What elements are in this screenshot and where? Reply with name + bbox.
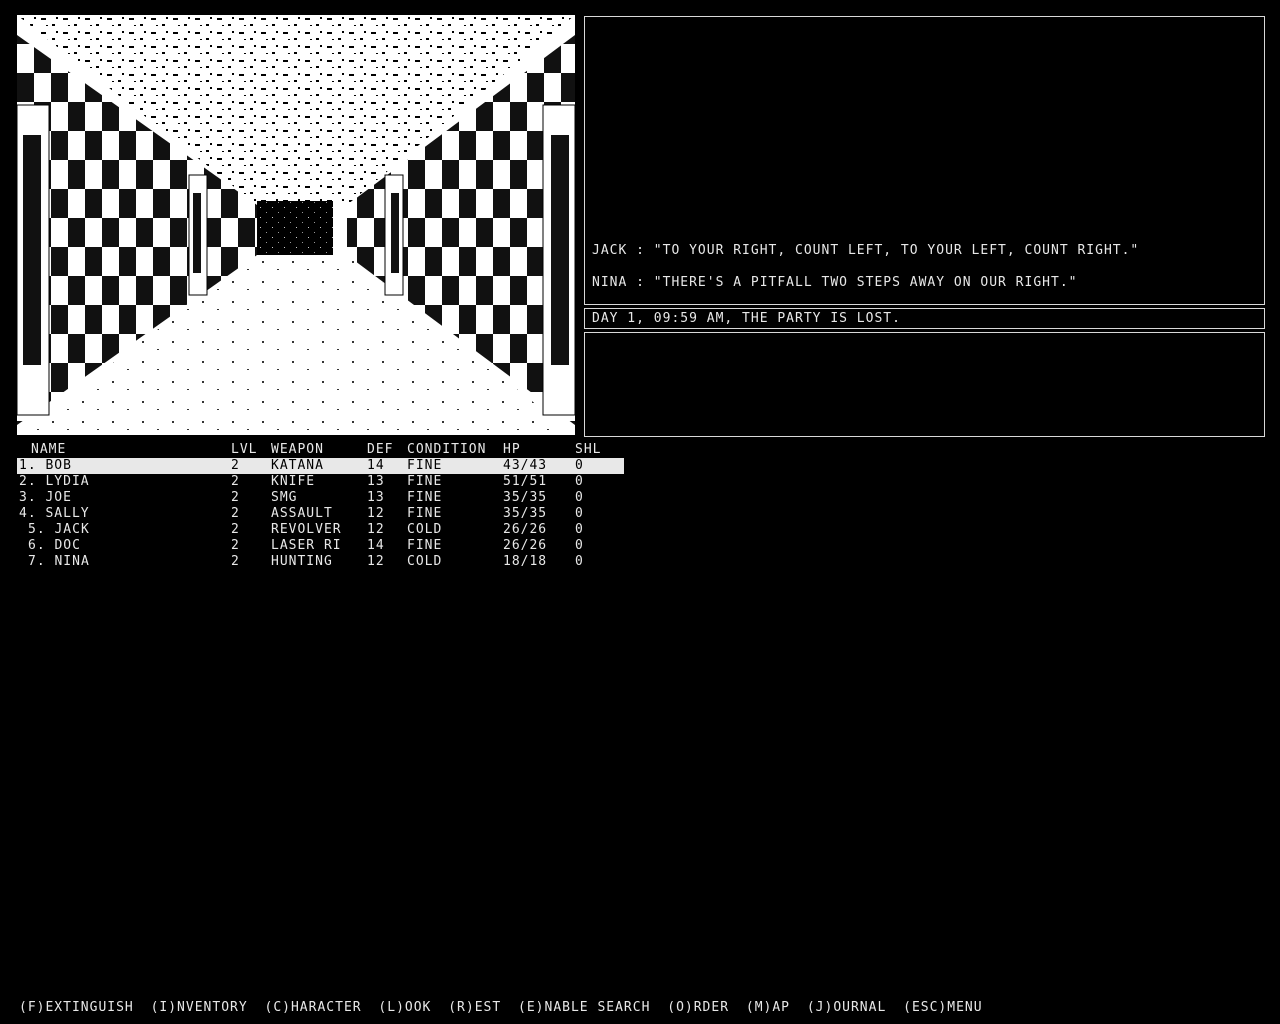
member-weapon: SMG	[271, 490, 298, 505]
member-def: 12	[367, 554, 385, 569]
message-log: JACK : "TO YOUR RIGHT, COUNT LEFT, TO YO…	[584, 16, 1265, 305]
menu-command[interactable]: (ESC)MENU	[903, 1000, 982, 1015]
header-shl: SHL	[575, 442, 602, 457]
member-weapon: HUNTING	[271, 554, 333, 569]
message-line: JACK : "TO YOUR RIGHT, COUNT LEFT, TO YO…	[592, 243, 1140, 258]
member-hp: 26/26	[503, 538, 548, 553]
enable-search-command[interactable]: (E)NABLE SEARCH	[518, 1000, 650, 1015]
rest-command[interactable]: (R)EST	[448, 1000, 501, 1015]
member-def: 13	[367, 490, 385, 505]
member-lvl: 2	[231, 538, 240, 553]
member-shl: 0	[575, 490, 584, 505]
look-command[interactable]: (L)OOK	[378, 1000, 431, 1015]
party-member-row[interactable]: 4. SALLY 2 ASSAULT 12 FINE 35/35 0	[17, 506, 624, 522]
member-hp: 43/43	[503, 458, 548, 473]
party-member-row[interactable]: 6. DOC 2 LASER RI 14 FINE 26/26 0	[17, 538, 624, 554]
member-weapon: LASER RI	[271, 538, 342, 553]
member-lvl: 2	[231, 522, 240, 537]
member-lvl: 2	[231, 458, 240, 473]
party-member-row[interactable]: 5. JACK 2 REVOLVER 12 COLD 26/26 0	[17, 522, 624, 538]
header-condition: CONDITION	[407, 442, 487, 457]
member-name: 7. NINA	[28, 554, 90, 569]
member-condition: FINE	[407, 474, 443, 489]
member-lvl: 2	[231, 554, 240, 569]
member-def: 13	[367, 474, 385, 489]
member-condition: FINE	[407, 538, 443, 553]
header-lvl: LVL	[231, 442, 258, 457]
member-weapon: REVOLVER	[271, 522, 342, 537]
member-condition: FINE	[407, 506, 443, 521]
message-line: NINA : "THERE'S A PITFALL TWO STEPS AWAY…	[592, 275, 1078, 290]
member-def: 12	[367, 522, 385, 537]
info-panel	[584, 332, 1265, 437]
member-shl: 0	[575, 554, 584, 569]
member-def: 12	[367, 506, 385, 521]
party-member-row[interactable]: 3. JOE 2 SMG 13 FINE 35/35 0	[17, 490, 624, 506]
status-bar: DAY 1, 09:59 AM, THE PARTY IS LOST.	[584, 308, 1265, 329]
header-name: NAME	[31, 442, 67, 457]
member-condition: COLD	[407, 522, 443, 537]
member-lvl: 2	[231, 506, 240, 521]
member-condition: COLD	[407, 554, 443, 569]
dungeon-viewport	[17, 15, 575, 435]
roster-header: NAME LVL WEAPON DEF CONDITION HP SHL	[17, 442, 624, 458]
member-lvl: 2	[231, 490, 240, 505]
member-shl: 0	[575, 458, 584, 473]
order-command[interactable]: (O)RDER	[667, 1000, 729, 1015]
header-def: DEF	[367, 442, 394, 457]
character-command[interactable]: (C)HARACTER	[265, 1000, 362, 1015]
command-bar: (F)EXTINGUISH (I)NVENTORY (C)HARACTER (L…	[19, 1000, 991, 1015]
member-name: 6. DOC	[28, 538, 81, 553]
member-name: 5. JACK	[28, 522, 90, 537]
member-condition: FINE	[407, 458, 443, 473]
member-weapon: ASSAULT	[271, 506, 333, 521]
member-shl: 0	[575, 522, 584, 537]
party-roster: NAME LVL WEAPON DEF CONDITION HP SHL 1. …	[17, 442, 624, 570]
member-shl: 0	[575, 506, 584, 521]
corridor-view	[17, 15, 575, 435]
member-name: 1. BOB	[19, 458, 72, 473]
member-hp: 35/35	[503, 490, 548, 505]
map-command[interactable]: (M)AP	[746, 1000, 790, 1015]
member-hp: 51/51	[503, 474, 548, 489]
member-shl: 0	[575, 538, 584, 553]
member-hp: 35/35	[503, 506, 548, 521]
party-member-row[interactable]: 1. BOB 2 KATANA 14 FINE 43/43 0	[17, 458, 624, 474]
member-condition: FINE	[407, 490, 443, 505]
member-def: 14	[367, 538, 385, 553]
member-name: 3. JOE	[19, 490, 72, 505]
member-shl: 0	[575, 474, 584, 489]
member-hp: 18/18	[503, 554, 548, 569]
status-text: DAY 1, 09:59 AM, THE PARTY IS LOST.	[592, 311, 901, 326]
member-hp: 26/26	[503, 522, 548, 537]
member-name: 2. LYDIA	[19, 474, 90, 489]
header-hp: HP	[503, 442, 521, 457]
member-weapon: KATANA	[271, 458, 324, 473]
member-name: 4. SALLY	[19, 506, 90, 521]
member-def: 14	[367, 458, 385, 473]
party-member-row[interactable]: 2. LYDIA 2 KNIFE 13 FINE 51/51 0	[17, 474, 624, 490]
member-lvl: 2	[231, 474, 240, 489]
journal-command[interactable]: (J)OURNAL	[807, 1000, 886, 1015]
inventory-command[interactable]: (I)NVENTORY	[151, 1000, 248, 1015]
member-weapon: KNIFE	[271, 474, 316, 489]
header-weapon: WEAPON	[271, 442, 324, 457]
extinguish-command[interactable]: (F)EXTINGUISH	[19, 1000, 134, 1015]
party-member-row[interactable]: 7. NINA 2 HUNTING 12 COLD 18/18 0	[17, 554, 624, 570]
